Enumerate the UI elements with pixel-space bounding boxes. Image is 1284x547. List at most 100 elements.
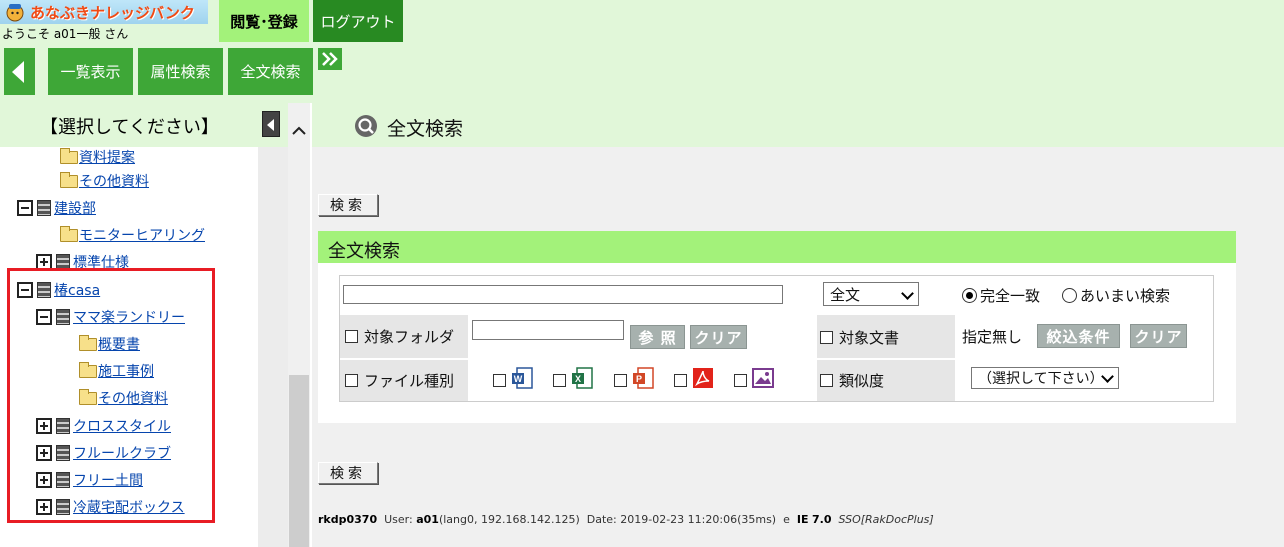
checkbox-icon[interactable] xyxy=(345,330,358,343)
tree-item-label[interactable]: その他資料 xyxy=(79,171,149,191)
target-doc-checkbox[interactable]: 対象文書 xyxy=(820,327,899,348)
nav-back-button[interactable] xyxy=(4,48,35,95)
browser-version: 7.0 xyxy=(812,513,832,526)
double-chevron-right-icon xyxy=(322,52,338,66)
footer-info: rkdp0370 User: a01(lang0, 192.168.142.12… xyxy=(318,513,934,526)
folder-icon xyxy=(60,171,78,188)
sidebar-rail xyxy=(258,147,288,547)
search-button-bottom[interactable]: 検索 xyxy=(318,462,378,484)
search-icon xyxy=(355,115,377,137)
folder-icon xyxy=(60,225,78,242)
image-checkbox[interactable] xyxy=(734,374,747,387)
excel-checkbox[interactable] xyxy=(553,374,566,387)
target-folder-input[interactable] xyxy=(472,320,624,340)
user-id: a01 xyxy=(416,513,439,526)
folder-clear-button[interactable]: クリア xyxy=(690,325,747,349)
target-folder-checkbox[interactable]: 対象フォルダ xyxy=(345,326,454,347)
search-scope-value: 全文 xyxy=(830,285,861,304)
image-icon xyxy=(752,368,774,388)
match-fuzzy-label: あいまい検索 xyxy=(1080,287,1171,305)
cabinet-icon xyxy=(37,200,51,216)
tree-item-label[interactable]: 資料提案 xyxy=(79,147,135,167)
triangle-left-icon xyxy=(267,119,274,131)
tree-item-label[interactable]: 建設部 xyxy=(54,198,96,218)
tree-item-cabinet[interactable]: 建設部 xyxy=(17,197,96,219)
date-label: Date: xyxy=(586,513,617,526)
browser-e: e xyxy=(783,513,790,526)
collapse-toggle-icon[interactable] xyxy=(17,200,33,216)
tree-item-folder[interactable]: モニターヒアリング xyxy=(60,224,205,246)
tree-item-folder[interactable]: 資料提案 xyxy=(60,147,135,168)
sidebar-scrollbar[interactable] xyxy=(288,103,310,547)
app-logo[interactable]: あなぶきナレッジバンク ようこそ a01一般 さん xyxy=(0,0,208,42)
pdf-icon xyxy=(693,368,713,388)
powerpoint-checkbox[interactable] xyxy=(614,374,627,387)
chevron-down-icon xyxy=(901,287,914,300)
panel-header: 全文検索 xyxy=(318,231,1236,263)
search-scope-select[interactable]: 全文 xyxy=(823,282,919,306)
highlight-annotation xyxy=(7,268,215,523)
main-header: 全文検索 xyxy=(312,103,1284,147)
welcome-text: ようこそ a01一般 さん xyxy=(2,27,129,41)
svg-text:P: P xyxy=(636,374,642,384)
tree-item-label[interactable]: モニターヒアリング xyxy=(79,225,205,245)
logout-button[interactable]: ログアウト xyxy=(313,0,403,42)
browser-ie: IE xyxy=(796,513,809,526)
tree-item-folder[interactable]: その他資料 xyxy=(60,170,149,192)
pdf-checkbox[interactable] xyxy=(674,374,687,387)
similarity-value: （選択して下さい） xyxy=(978,371,1104,387)
nav-more-button[interactable] xyxy=(318,48,342,70)
match-fuzzy-radio[interactable]: あいまい検索 xyxy=(1062,285,1170,306)
match-exact-radio[interactable]: 完全一致 xyxy=(962,285,1040,306)
powerpoint-icon: P xyxy=(633,367,654,389)
folder-icon xyxy=(60,147,78,164)
target-folder-label: 対象フォルダ xyxy=(364,328,455,346)
browse-button[interactable]: 参 照 xyxy=(630,325,685,349)
word-icon: W xyxy=(512,367,533,389)
radio-unselected-icon[interactable] xyxy=(1062,288,1077,303)
keyword-input[interactable] xyxy=(343,285,783,304)
user-detail: (lang0, 192.168.142.125) xyxy=(438,513,580,526)
search-button[interactable]: 検索 xyxy=(318,194,378,216)
main-content: 全文検索 検索 全文検索 全文 完全一致 あいまい検索 対象フォルダ 参 照 ク… xyxy=(312,103,1284,547)
svg-text:W: W xyxy=(514,374,523,384)
sidebar-collapse-button[interactable] xyxy=(262,111,280,137)
filter-conditions-button[interactable]: 絞込条件 xyxy=(1037,324,1120,348)
chevron-up-icon[interactable] xyxy=(291,123,307,139)
scrollbar-thumb[interactable] xyxy=(289,375,309,547)
attribute-search-button[interactable]: 属性検索 xyxy=(138,48,223,95)
similarity-label: 類似度 xyxy=(839,372,885,390)
page-title: 全文検索 xyxy=(387,118,464,140)
arrow-left-icon xyxy=(12,61,24,83)
match-exact-label: 完全一致 xyxy=(980,287,1041,305)
logo-text: あなぶきナレッジバンク xyxy=(30,4,195,22)
word-checkbox[interactable] xyxy=(493,374,506,387)
radio-selected-icon[interactable] xyxy=(962,288,977,303)
sidebar-title: 【選択してください】 xyxy=(40,117,219,138)
similarity-checkbox[interactable]: 類似度 xyxy=(820,370,884,391)
excel-icon: X xyxy=(572,367,593,389)
checkbox-icon[interactable] xyxy=(820,374,833,387)
similarity-select[interactable]: （選択して下さい） xyxy=(971,367,1119,389)
panel-title: 全文検索 xyxy=(328,241,400,262)
top-header: あなぶきナレッジバンク ようこそ a01一般 さん 閲覧･登録 ログアウト 一覧… xyxy=(0,0,1284,103)
view-register-tab[interactable]: 閲覧･登録 xyxy=(219,0,309,42)
checkbox-icon[interactable] xyxy=(820,331,833,344)
target-doc-label: 対象文書 xyxy=(839,329,900,347)
sidebar-header: 【選択してください】 xyxy=(0,103,288,147)
search-form: 全文 完全一致 あいまい検索 対象フォルダ 参 照 クリア 対象文書 指定無し … xyxy=(339,275,1214,402)
screen-code: rkdp0370 xyxy=(318,513,378,526)
keyword-cell xyxy=(340,276,818,313)
sso-info: SSO[RakDocPlus] xyxy=(838,513,934,526)
user-label: User: xyxy=(384,513,413,526)
doc-clear-button[interactable]: クリア xyxy=(1130,324,1187,348)
list-view-button[interactable]: 一覧表示 xyxy=(48,48,133,95)
fulltext-search-panel: 全文検索 全文 完全一致 あいまい検索 対象フォルダ 参 照 クリア 対象文書 … xyxy=(318,231,1236,423)
checkbox-icon[interactable] xyxy=(345,374,358,387)
file-type-checkbox[interactable]: ファイル種別 xyxy=(345,370,454,391)
logo-mascot-icon xyxy=(6,4,24,22)
fulltext-search-button[interactable]: 全文検索 xyxy=(228,48,313,95)
file-type-label: ファイル種別 xyxy=(364,372,455,390)
target-doc-value: 指定無し xyxy=(962,328,1023,346)
svg-text:X: X xyxy=(575,374,581,384)
